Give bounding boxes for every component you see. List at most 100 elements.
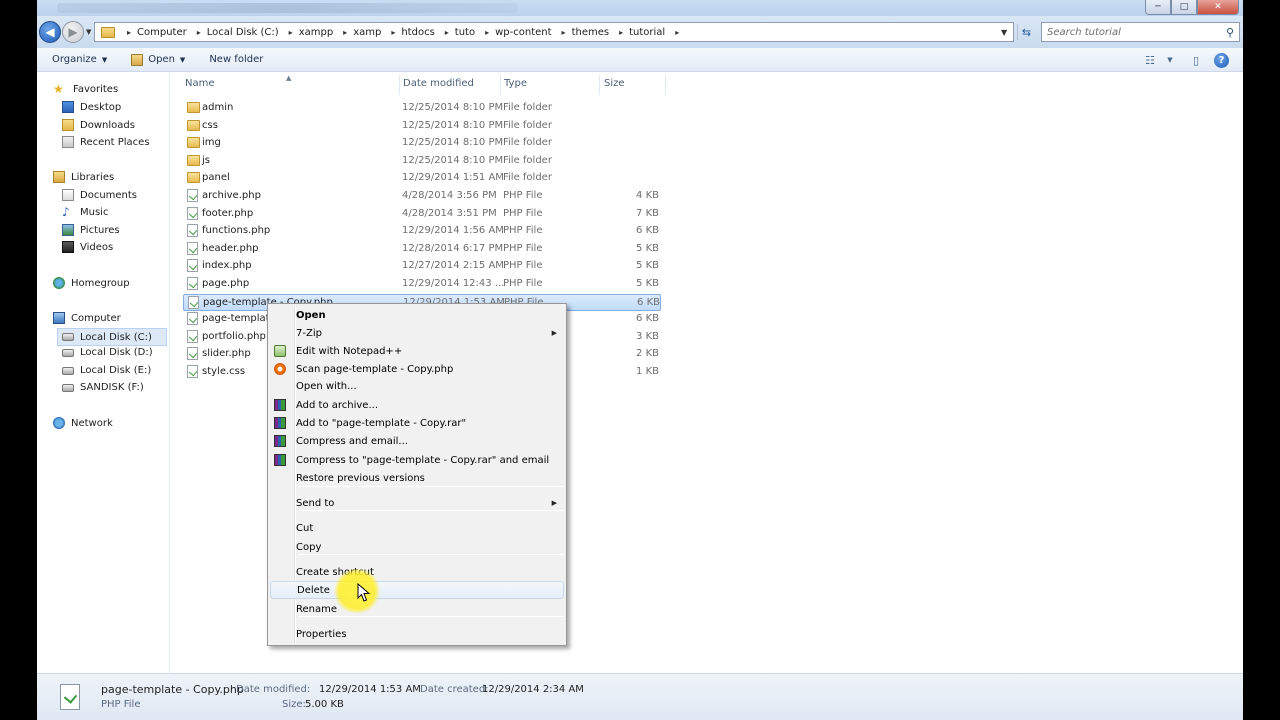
nav-recent-places[interactable]: Recent Places	[62, 136, 150, 148]
column-divider[interactable]	[500, 75, 501, 95]
breadcrumb-wp-content[interactable]: wp-content ▸	[495, 27, 571, 38]
chevron-right-icon: ▸	[288, 27, 293, 37]
column-divider[interactable]	[665, 75, 666, 95]
search-box[interactable]: ⚲	[1041, 22, 1240, 42]
address-bar[interactable]: ▸ Computer ▸ Local Disk (C:) ▸ xampp ▸ xamp…	[94, 22, 1014, 42]
file-row[interactable]: admin 12/25/2014 8:10 PM File folder	[183, 100, 661, 117]
breadcrumb-htdocs[interactable]: htdocs ▸	[401, 27, 454, 38]
file-row[interactable]: css 12/25/2014 8:10 PM File folder	[183, 118, 661, 135]
file-row[interactable]: index.php 12/27/2014 2:15 AM PHP File 5 KB	[183, 258, 661, 275]
column-header-date[interactable]: Date modified	[403, 78, 474, 89]
view-options-dropdown[interactable]: ▼	[1162, 52, 1178, 68]
homegroup-icon	[53, 277, 65, 289]
menu-item-compress-and-email[interactable]: Compress and email...	[270, 432, 564, 450]
nav-videos[interactable]: Videos	[62, 241, 113, 253]
breadcrumb-local-disk-c[interactable]: Local Disk (C:) ▸	[207, 27, 299, 38]
nav-network[interactable]: Network	[53, 417, 113, 429]
menu-item-copy[interactable]: Copy	[270, 538, 564, 556]
menu-item-create-shortcut[interactable]: Create shortcut	[270, 563, 564, 581]
file-row[interactable]: page.php 12/29/2014 12:43 ... PHP File 5 KB	[183, 276, 661, 293]
breadcrumb-computer[interactable]: Computer ▸	[137, 27, 207, 38]
menu-item-cut[interactable]: Cut	[270, 519, 564, 537]
change-view-button[interactable]: ☷	[1142, 52, 1158, 68]
nav-computer[interactable]: Computer	[53, 312, 121, 324]
breadcrumb-xampp[interactable]: xampp ▸	[299, 27, 354, 38]
menu-item-delete[interactable]: Delete	[270, 581, 564, 599]
menu-item-send-to[interactable]: Send to ▶	[270, 494, 564, 512]
file-size: 4 KB	[636, 190, 659, 201]
file-row[interactable]: functions.php 12/29/2014 1:56 AM PHP File 6…	[183, 223, 661, 240]
menu-item-compress-to-page-template-copy-rar-and-email[interactable]: Compress to "page-template - Copy.rar" a…	[270, 451, 564, 469]
nav-sandisk-f[interactable]: SANDISK (F:)	[62, 382, 144, 393]
menu-item-edit-with-notepad[interactable]: Edit with Notepad++	[270, 342, 564, 360]
close-button[interactable]: ✕	[1197, 0, 1239, 15]
file-name: footer.php	[202, 207, 254, 219]
column-divider[interactable]	[399, 75, 400, 95]
column-header-name[interactable]: Name	[185, 78, 215, 89]
search-icon[interactable]: ⚲	[1226, 26, 1234, 39]
help-button[interactable]: ?	[1214, 52, 1229, 68]
menu-item-label: Edit with Notepad++	[296, 345, 403, 357]
command-bar: Organize ▼ Open ▼ New folder ☷ ▼ ▯ ?	[37, 48, 1243, 72]
nav-downloads[interactable]: Downloads	[62, 119, 135, 131]
nav-documents[interactable]: Documents	[62, 189, 137, 201]
menu-item-open[interactable]: Open	[270, 306, 564, 324]
nav-local-disk-e[interactable]: Local Disk (E:)	[62, 365, 151, 376]
forward-button[interactable]: ▶	[62, 21, 84, 43]
address-history-dropdown[interactable]: ▼	[1001, 28, 1007, 37]
search-input[interactable]	[1047, 26, 1222, 38]
details-date-created: 12/29/2014 2:34 AM	[482, 684, 584, 695]
menu-item-open-with[interactable]: Open with...	[270, 377, 564, 395]
nav-local-disk-c[interactable]: Local Disk (C:)	[57, 328, 167, 346]
nav-homegroup[interactable]: Homegroup	[53, 277, 130, 289]
column-header-type[interactable]: Type	[504, 78, 527, 89]
file-row[interactable]: footer.php 4/28/2014 3:51 PM PHP File 7 KB	[183, 206, 661, 223]
chevron-right-icon: ▸	[391, 27, 396, 37]
address-row: ◀ ▶ ▼ ▸ Computer ▸ Local Disk (C:) ▸ xampp…	[37, 16, 1243, 48]
menu-item-add-to-archive[interactable]: Add to archive...	[270, 396, 564, 414]
menu-item-restore-previous-versions[interactable]: Restore previous versions	[270, 469, 564, 487]
organize-button[interactable]: Organize ▼	[52, 54, 107, 65]
nav-libraries[interactable]: Libraries	[53, 171, 114, 183]
file-name: img	[202, 137, 221, 149]
avast-icon	[274, 363, 286, 375]
nav-music[interactable]: ♪ Music	[62, 206, 108, 218]
menu-item-7-zip[interactable]: 7-Zip ▶	[270, 324, 564, 342]
breadcrumb-tuto[interactable]: tuto ▸	[455, 27, 495, 38]
menu-item-scan-page-template-copy-php[interactable]: Scan page-template - Copy.php	[270, 360, 564, 378]
file-row[interactable]: archive.php 4/28/2014 3:56 PM PHP File 4 KB	[183, 188, 661, 205]
file-date-modified: 12/27/2014 2:15 AM	[402, 260, 504, 272]
preview-pane-button[interactable]: ▯	[1188, 52, 1204, 68]
nav-local-disk-d[interactable]: Local Disk (D:)	[62, 347, 153, 358]
breadcrumb-themes[interactable]: themes ▸	[572, 27, 630, 38]
file-row[interactable]: panel 12/29/2014 1:51 AM File folder	[183, 170, 661, 187]
new-folder-button[interactable]: New folder	[209, 54, 263, 65]
recent-pages-dropdown[interactable]: ▼	[86, 28, 91, 36]
title-bar[interactable]: ─ □ ✕	[37, 0, 1243, 16]
menu-item-properties[interactable]: Properties	[270, 625, 564, 643]
breadcrumb-tutorial[interactable]: tutorial ▸	[629, 27, 685, 38]
file-row[interactable]: img 12/25/2014 8:10 PM File folder	[183, 135, 661, 152]
breadcrumb-xamp[interactable]: xamp ▸	[353, 27, 401, 38]
chevron-right-icon: ▸	[619, 27, 624, 37]
minimize-button[interactable]: ─	[1145, 0, 1171, 15]
file-date-modified: 12/29/2014 1:56 AM	[402, 225, 504, 237]
nav-pictures[interactable]: Pictures	[62, 224, 120, 236]
menu-item-add-to-page-template-copy-rar[interactable]: Add to "page-template - Copy.rar"	[270, 414, 564, 432]
computer-icon	[53, 312, 65, 324]
maximize-button[interactable]: □	[1171, 0, 1197, 15]
refresh-button[interactable]: ⇆	[1017, 24, 1035, 40]
winrar-icon	[274, 435, 286, 447]
nav-desktop[interactable]: Desktop	[62, 101, 121, 113]
column-header-size[interactable]: Size	[604, 78, 625, 89]
back-button[interactable]: ◀	[39, 21, 61, 43]
open-button[interactable]: Open ▼	[131, 53, 185, 66]
column-divider[interactable]	[599, 75, 600, 95]
file-row[interactable]: js 12/25/2014 8:10 PM File folder	[183, 153, 661, 170]
file-name: style.css	[202, 366, 246, 377]
menu-item-label: Add to "page-template - Copy.rar"	[296, 417, 467, 429]
details-pane: page-template - Copy.php PHP File Date m…	[37, 673, 1243, 720]
nav-favorites[interactable]: ★ Favorites	[53, 83, 118, 95]
file-row[interactable]: header.php 12/28/2014 6:17 PM PHP File 5 KB	[183, 241, 661, 258]
menu-item-rename[interactable]: Rename	[270, 600, 564, 618]
